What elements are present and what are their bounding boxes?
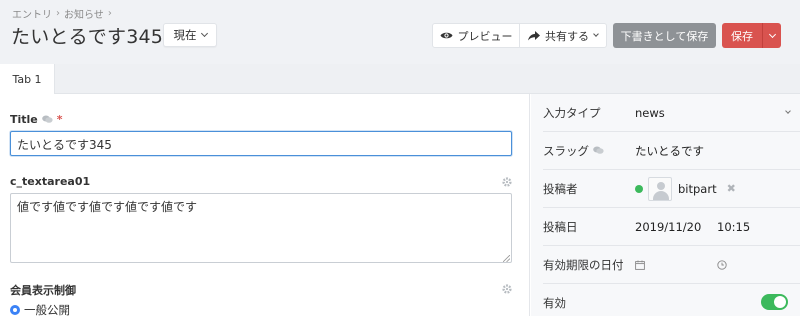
tab-bar: Tab 1: [0, 64, 800, 95]
save-label: 保存: [731, 29, 753, 43]
enabled-toggle[interactable]: [761, 294, 788, 310]
input-type-value: news: [635, 105, 665, 120]
page-header: エントリ › お知らせ › たいとるです345 現在 プレビュー 共有する 下書…: [0, 0, 800, 64]
calendar-icon: [635, 260, 645, 270]
post-time-value[interactable]: 10:15: [717, 220, 750, 234]
sidebar: 入力タイプ news スラッグ たいとるです 投稿者 bitpart ✖ 投稿日…: [531, 94, 800, 316]
slug-value[interactable]: たいとるです: [635, 143, 704, 159]
page-title: たいとるです345: [11, 26, 164, 48]
online-status-icon: [635, 184, 643, 193]
save-options-button[interactable]: [762, 23, 781, 48]
gear-icon[interactable]: [502, 284, 512, 294]
textarea-field-label: c_textarea01: [10, 175, 91, 188]
slug-label: スラッグ: [543, 143, 589, 158]
avatar: [648, 176, 672, 201]
breadcrumb-separator: ›: [107, 8, 112, 19]
version-select[interactable]: 現在: [163, 23, 217, 47]
resize-handle-icon[interactable]: [503, 255, 510, 262]
author-row: 投稿者 bitpart ✖: [543, 170, 800, 208]
radio-public[interactable]: 一般公開: [10, 302, 70, 316]
share-arrow-icon: [528, 30, 540, 40]
chevron-down-icon: [768, 30, 776, 38]
gear-icon[interactable]: [502, 177, 512, 187]
author-name: bitpart: [678, 181, 717, 196]
version-select-value: 現在: [173, 28, 197, 42]
save-draft-label: 下書きとして保存: [620, 29, 709, 43]
textarea-input[interactable]: 値です値です値です値です値です: [10, 193, 512, 263]
main-form: Title * たいとるです345 c_textarea01 値です値です値です…: [0, 94, 530, 316]
post-date-value[interactable]: 2019/11/20: [635, 220, 717, 234]
chevron-down-icon: [593, 31, 599, 37]
breadcrumb-item-entry[interactable]: エントリ: [12, 6, 52, 21]
required-mark: *: [56, 113, 63, 126]
expiry-row: 有効期限の日付: [543, 246, 800, 284]
close-icon[interactable]: ✖: [727, 182, 736, 195]
post-date-row: 投稿日 2019/11/20 10:15: [543, 208, 800, 246]
input-type-label: 入力タイプ: [543, 105, 601, 120]
chevron-down-icon: [200, 29, 208, 38]
slug-row: スラッグ たいとるです: [543, 132, 800, 170]
save-button[interactable]: 保存: [722, 23, 762, 48]
tab-1[interactable]: Tab 1: [0, 64, 55, 95]
eye-icon: [440, 32, 452, 39]
enabled-label: 有効: [543, 296, 566, 310]
share-label: 共有する: [545, 29, 589, 43]
save-draft-button[interactable]: 下書きとして保存: [613, 23, 716, 48]
share-button[interactable]: 共有する: [519, 23, 607, 48]
tab-label: Tab 1: [12, 73, 42, 86]
radio-selected-icon: [10, 305, 20, 315]
comment-icon: [593, 146, 604, 154]
input-type-row[interactable]: 入力タイプ news: [543, 94, 800, 132]
breadcrumb: エントリ › お知らせ ›: [12, 6, 112, 21]
title-field-label: Title *: [10, 113, 63, 126]
post-date-label: 投稿日: [543, 219, 578, 234]
breadcrumb-separator: ›: [56, 8, 60, 19]
title-label-text: Title: [10, 113, 38, 126]
preview-button[interactable]: プレビュー: [432, 23, 520, 48]
chevron-down-icon: [785, 108, 791, 114]
slug-label-wrap: スラッグ: [543, 143, 635, 159]
preview-label: プレビュー: [457, 29, 513, 43]
author-label: 投稿者: [543, 181, 578, 196]
radio-public-label: 一般公開: [24, 303, 70, 316]
member-field-label: 会員表示制御: [10, 284, 76, 297]
breadcrumb-item-news[interactable]: お知らせ: [64, 6, 104, 21]
expiry-date-wrap[interactable]: [635, 260, 717, 270]
title-input[interactable]: たいとるです345: [10, 131, 512, 156]
comment-icon: [41, 115, 53, 123]
author-value-wrap: bitpart ✖: [635, 176, 736, 201]
clock-icon: [717, 259, 727, 270]
expiry-label: 有効期限の日付: [543, 257, 624, 272]
enabled-row: 有効: [543, 284, 800, 316]
expiry-time-wrap[interactable]: [717, 259, 727, 270]
